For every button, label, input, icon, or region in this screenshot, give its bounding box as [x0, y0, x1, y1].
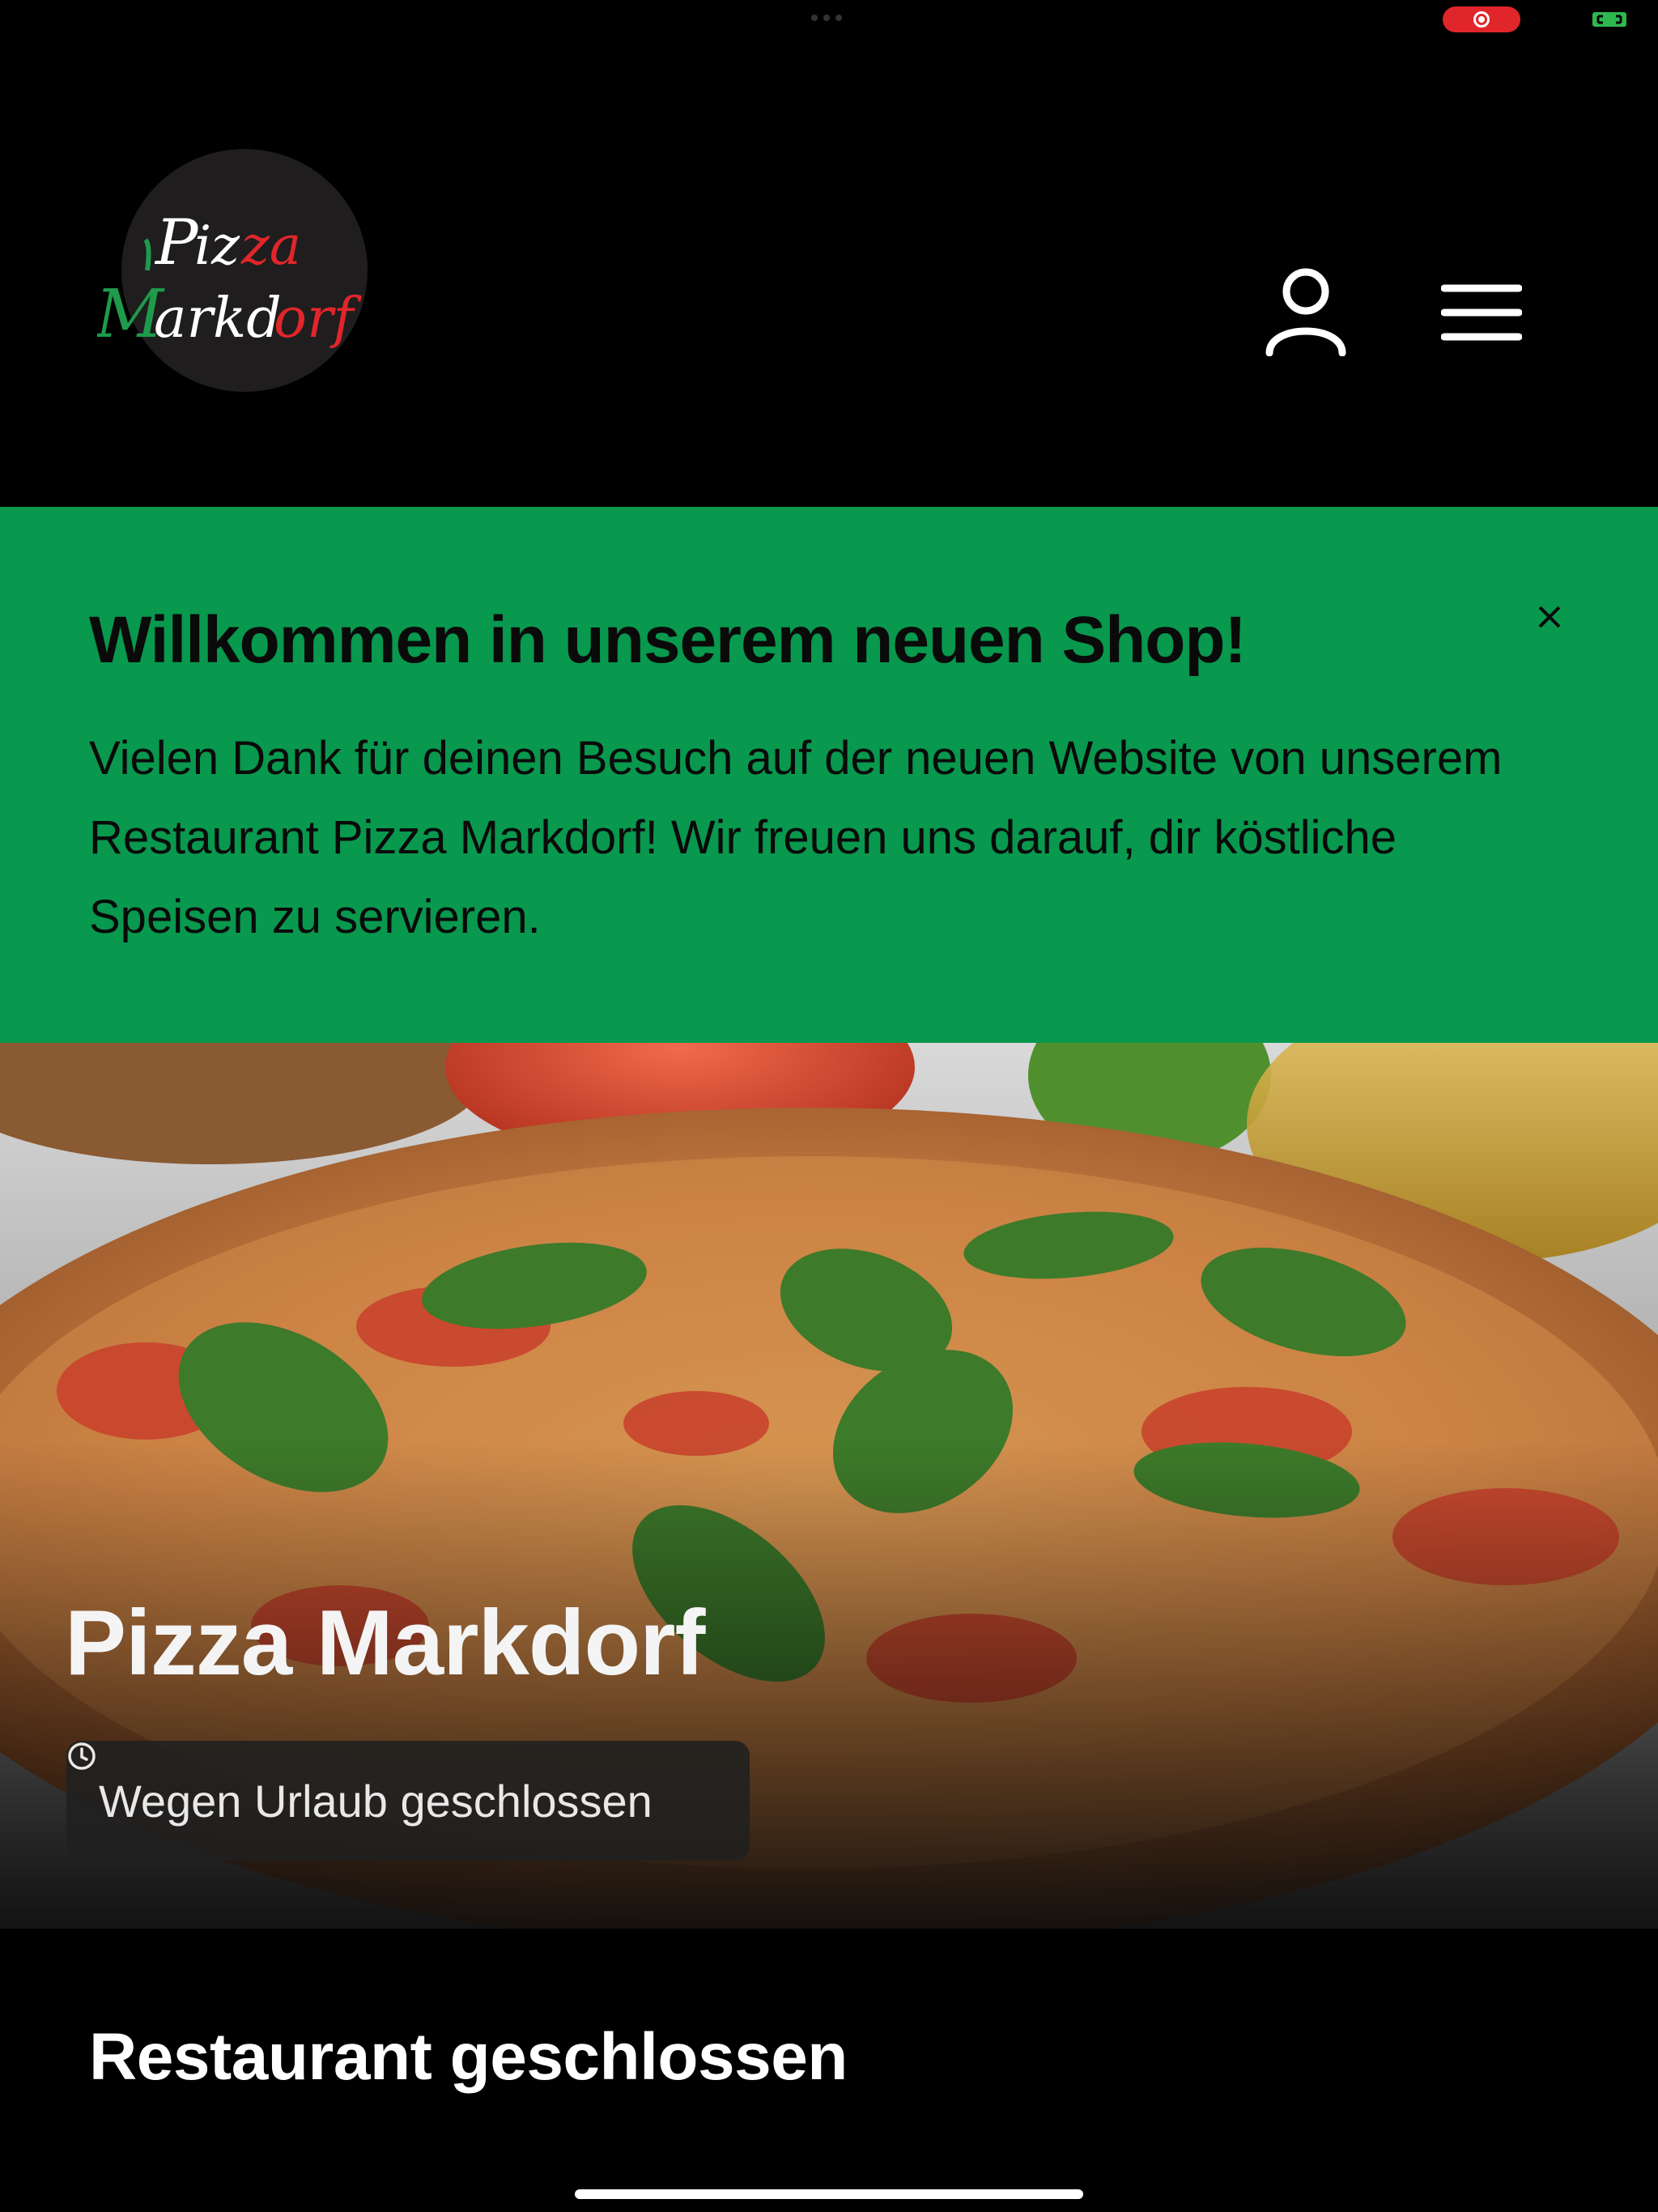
opening-status-text: Wegen Urlaub geschlossen	[99, 1775, 653, 1827]
svg-text:orf: orf	[274, 287, 362, 351]
section-title: Restaurant geschlossen	[89, 2020, 848, 2094]
svg-text:iz: iz	[194, 215, 240, 277]
page: P iz za M arkd orf Willkommen in unserem…	[0, 0, 1658, 2212]
banner-text: Vielen Dank für deinen Besuch auf der ne…	[89, 732, 1503, 943]
status-bar	[0, 0, 1658, 39]
home-indicator[interactable]	[575, 2189, 1083, 2199]
fullscreen-icon[interactable]	[1592, 11, 1627, 28]
multitasking-dots[interactable]	[811, 15, 842, 21]
pizza-markdorf-logo[interactable]: P iz za M arkd orf	[97, 149, 368, 392]
hero-section: Pizza Markdorf Wegen Urlaub geschlossen	[0, 1043, 1658, 1929]
welcome-banner: Willkommen in unserem neuen Shop! Vielen…	[0, 507, 1658, 1043]
user-icon[interactable]	[1263, 266, 1349, 356]
hamburger-menu-icon[interactable]	[1441, 283, 1522, 342]
restaurant-name: Pizza Markdorf	[65, 1592, 706, 1695]
opening-status-badge: Wegen Urlaub geschlossen	[66, 1741, 750, 1861]
clock-icon	[68, 1742, 96, 1770]
svg-text:za: za	[240, 215, 301, 277]
screen-record-icon[interactable]	[1443, 6, 1520, 32]
site-header: P iz za M arkd orf	[0, 39, 1658, 507]
svg-text:P: P	[154, 206, 199, 279]
svg-text:arkd: arkd	[154, 287, 282, 351]
banner-title: Willkommen in unserem neuen Shop!	[89, 603, 1247, 677]
close-icon[interactable]	[1533, 601, 1566, 633]
